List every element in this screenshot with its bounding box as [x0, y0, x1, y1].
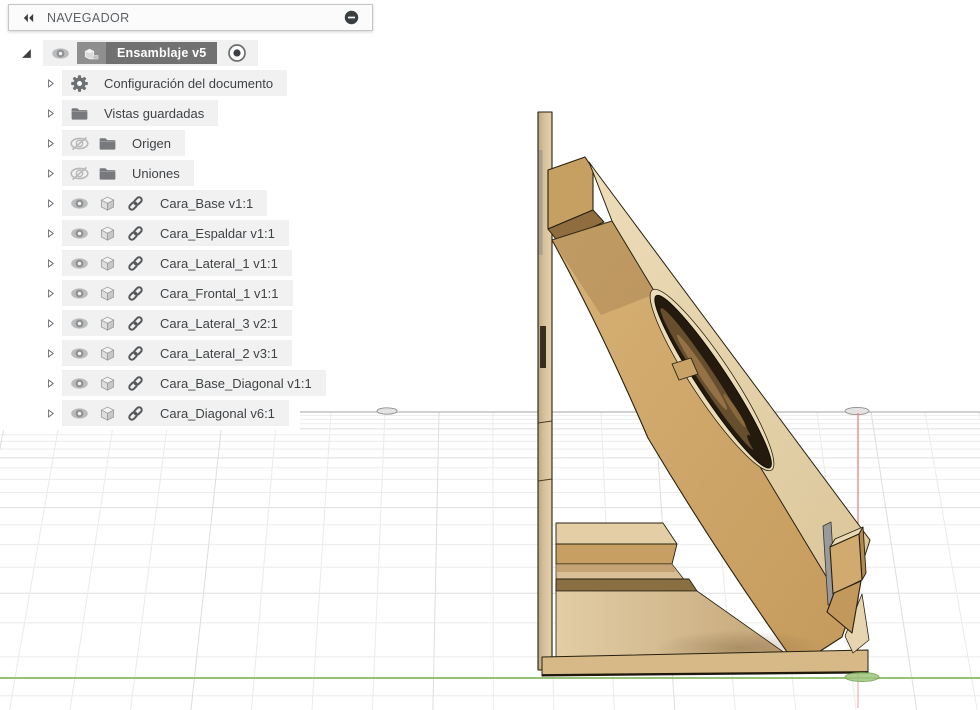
expand-arrow-icon[interactable]	[44, 287, 57, 300]
visibility-eye-icon[interactable]	[68, 283, 91, 304]
tree-row: Origen	[0, 128, 420, 158]
tree-row: Uniones	[0, 158, 420, 188]
tree-item[interactable]: Vistas guardadas	[62, 100, 219, 126]
visibility-eye-icon[interactable]	[68, 373, 91, 394]
minimize-panel-button[interactable]	[343, 9, 360, 26]
link-icon	[124, 223, 147, 244]
grid-handle-right	[844, 406, 870, 416]
tree-item[interactable]: Cara_Lateral_3 v2:1	[62, 310, 292, 336]
expand-arrow-icon[interactable]	[44, 137, 57, 150]
tree-item[interactable]: Cara_Espaldar v1:1	[62, 220, 289, 246]
tree-item-label: Cara_Frontal_1 v1:1	[160, 285, 279, 301]
tree-item[interactable]: Cara_Frontal_1 v1:1	[62, 280, 293, 306]
tree-item[interactable]: Cara_Base v1:1	[62, 190, 268, 216]
tree-item[interactable]: Cara_Base_Diagonal v1:1	[62, 370, 326, 396]
tree-item-root[interactable]: Ensamblaje v5	[43, 40, 259, 66]
visibility-eye-icon[interactable]	[68, 193, 91, 214]
tree-row: Cara_Lateral_2 v3:1	[0, 338, 420, 368]
visibility-eye-off-icon[interactable]	[68, 163, 91, 184]
expand-arrow-icon[interactable]	[44, 197, 57, 210]
tree-item-label: Cara_Espaldar v1:1	[160, 225, 275, 241]
visibility-eye-icon[interactable]	[68, 403, 91, 424]
component-type-icon-cell	[77, 42, 106, 64]
visibility-eye-icon[interactable]	[68, 313, 91, 334]
link-icon	[124, 283, 147, 304]
visibility-eye-icon[interactable]	[49, 43, 72, 64]
expand-arrow-icon[interactable]	[44, 257, 57, 270]
tree-row: Cara_Espaldar v1:1	[0, 218, 420, 248]
tree-row-root: Ensamblaje v5	[0, 38, 420, 68]
tree-item-label: Cara_Base_Diagonal v1:1	[160, 375, 312, 391]
tree-item-label: Origen	[132, 135, 172, 151]
tree-item-label: Uniones	[132, 165, 180, 181]
component-icon	[81, 43, 103, 63]
gear-icon	[68, 73, 91, 94]
expand-arrow-icon[interactable]	[44, 407, 57, 420]
tree-row: Configuración del documento	[0, 68, 420, 98]
tree-row: Cara_Diagonal v6:1	[0, 398, 420, 428]
expand-arrow-icon[interactable]	[44, 107, 57, 120]
tree-row: Cara_Frontal_1 v1:1	[0, 278, 420, 308]
root-component-label[interactable]: Ensamblaje v5	[106, 42, 218, 64]
ground-axis-green	[0, 672, 980, 682]
tree-row: Cara_Base_Diagonal v1:1	[0, 368, 420, 398]
link-icon	[124, 193, 147, 214]
ground-axis-handle	[844, 672, 880, 682]
link-icon	[124, 403, 147, 424]
tree-item-label: Cara_Base v1:1	[160, 195, 254, 211]
link-icon	[124, 373, 147, 394]
expand-arrow-icon[interactable]	[44, 77, 57, 90]
expand-arrow-icon[interactable]	[44, 347, 57, 360]
body-cube-icon	[96, 193, 119, 214]
body-cube-icon	[96, 253, 119, 274]
tree-item-label: Cara_Diagonal v6:1	[160, 405, 275, 421]
link-icon	[124, 343, 147, 364]
body-cube-icon	[96, 373, 119, 394]
link-icon	[124, 253, 147, 274]
visibility-eye-icon[interactable]	[68, 343, 91, 364]
model-shelf-1	[555, 522, 678, 565]
tree-item[interactable]: Cara_Lateral_1 v1:1	[62, 250, 292, 276]
tree-item-label: Cara_Lateral_3 v2:1	[160, 315, 278, 331]
body-cube-icon	[96, 283, 119, 304]
body-cube-icon	[96, 223, 119, 244]
navigator-title: NAVEGADOR	[47, 10, 130, 25]
folder-icon	[96, 133, 119, 154]
tree-item[interactable]: Cara_Lateral_2 v3:1	[62, 340, 292, 366]
model-shelf-2	[555, 578, 698, 592]
model-wood-stand	[537, 111, 871, 677]
assembly-tree: Ensamblaje v5 Configuración del document…	[0, 38, 420, 428]
navigator-header: NAVEGADOR	[8, 4, 373, 31]
body-cube-icon	[96, 313, 119, 334]
tree-item-label: Cara_Lateral_2 v3:1	[160, 345, 278, 361]
folder-icon	[96, 163, 119, 184]
folder-icon	[68, 103, 91, 124]
tree-row: Cara_Lateral_3 v2:1	[0, 308, 420, 338]
body-cube-icon	[96, 403, 119, 424]
expand-arrow-icon[interactable]	[44, 377, 57, 390]
tree-item-label: Vistas guardadas	[104, 105, 205, 121]
tree-row: Cara_Lateral_1 v1:1	[0, 248, 420, 278]
body-cube-icon	[96, 343, 119, 364]
tree-item-label: Cara_Lateral_1 v1:1	[160, 255, 278, 271]
collapse-panel-icon[interactable]	[20, 11, 37, 25]
expand-arrow-open-icon[interactable]	[20, 47, 33, 60]
tree-row: Vistas guardadas	[0, 98, 420, 128]
expand-arrow-icon[interactable]	[44, 167, 57, 180]
tree-item[interactable]: Configuración del documento	[62, 70, 288, 96]
tree-item[interactable]: Uniones	[62, 160, 194, 186]
expand-arrow-icon[interactable]	[44, 317, 57, 330]
visibility-eye-icon[interactable]	[68, 253, 91, 274]
tree-item[interactable]: Origen	[62, 130, 186, 156]
visibility-eye-off-icon[interactable]	[68, 133, 91, 154]
tree-item-label: Configuración del documento	[104, 75, 274, 91]
tree-row: Cara_Base v1:1	[0, 188, 420, 218]
active-component-radio[interactable]	[225, 41, 249, 65]
tree-item[interactable]: Cara_Diagonal v6:1	[62, 400, 289, 426]
expand-arrow-icon[interactable]	[44, 227, 57, 240]
link-icon	[124, 313, 147, 334]
visibility-eye-icon[interactable]	[68, 223, 91, 244]
